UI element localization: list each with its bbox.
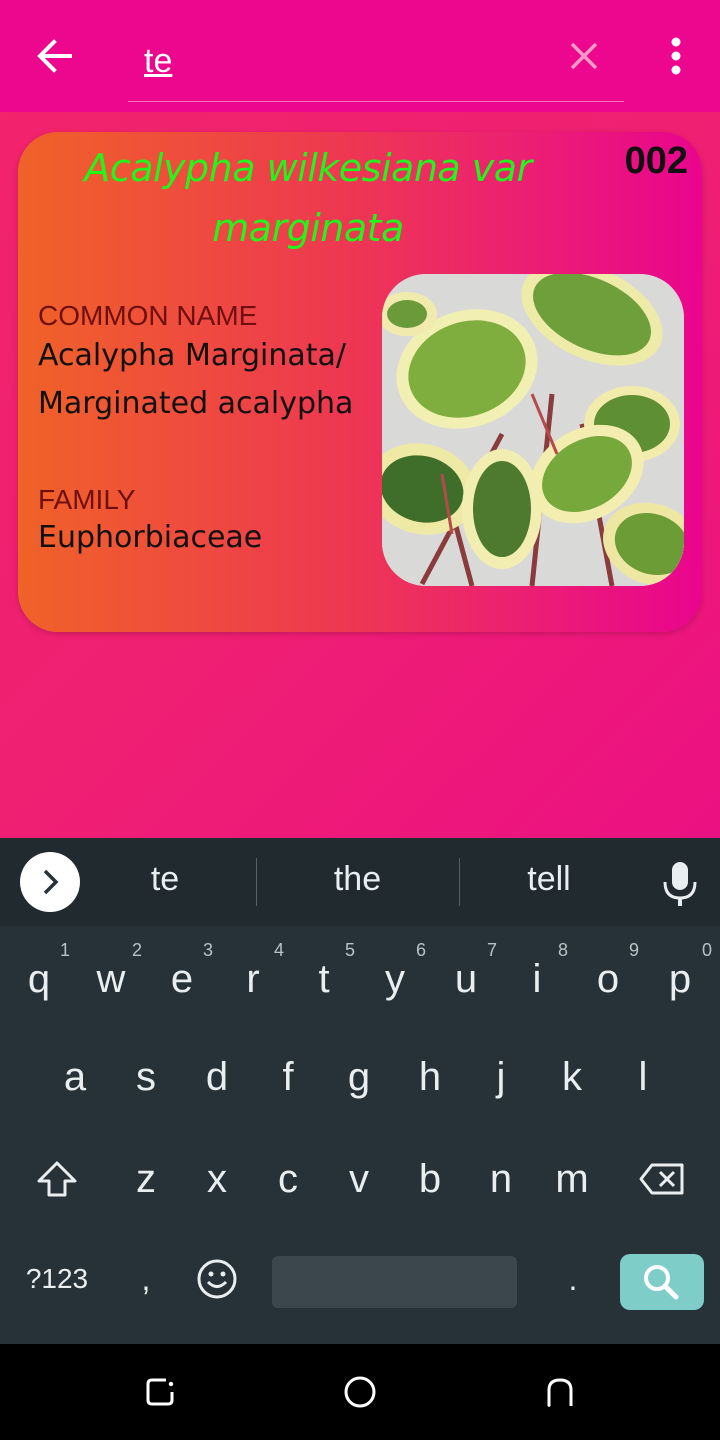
key-hint: 2 — [131, 940, 142, 960]
back-button[interactable] — [26, 32, 86, 80]
key-label: u — [454, 956, 478, 1001]
key-d[interactable]: d — [182, 1032, 252, 1122]
key-c[interactable]: c — [253, 1134, 323, 1224]
key-label: t — [318, 956, 330, 1001]
shift-icon — [37, 1161, 77, 1197]
nav-back-button[interactable] — [540, 1374, 580, 1410]
system-nav-bar — [0, 1344, 720, 1440]
suggestion-1[interactable]: te — [100, 860, 230, 906]
key-hint: 6 — [415, 940, 426, 960]
voice-input-button[interactable] — [660, 860, 700, 908]
home-button[interactable] — [340, 1374, 380, 1410]
key-w[interactable]: w2 — [76, 934, 146, 1024]
plant-photo — [382, 274, 684, 586]
key-label: y — [385, 956, 405, 1001]
key-r[interactable]: r4 — [218, 934, 288, 1024]
suggestion-2[interactable]: the — [290, 860, 425, 906]
keyboard: te the tell q1 w2 e3 r4 t5 y6 u7 i8 o9 p… — [0, 838, 720, 1344]
comma-key[interactable]: , — [118, 1234, 174, 1324]
key-p[interactable]: p0 — [644, 934, 716, 1024]
suggestion-3[interactable]: tell — [484, 860, 614, 906]
family-value: Euphorbiaceae — [38, 520, 263, 555]
space-key[interactable] — [272, 1256, 517, 1308]
key-hint: 3 — [202, 940, 213, 960]
family-label: FAMILY — [38, 484, 136, 515]
key-hint: 7 — [486, 940, 497, 960]
key-e[interactable]: e3 — [147, 934, 217, 1024]
key-h[interactable]: h — [395, 1032, 465, 1122]
key-label: r — [246, 956, 260, 1001]
key-u[interactable]: u7 — [431, 934, 501, 1024]
common-name-line1: Acalypha Marginata/ — [38, 338, 347, 373]
key-hint: 5 — [344, 940, 355, 960]
key-hint: 1 — [59, 940, 70, 960]
key-hint: 0 — [701, 940, 712, 960]
clear-search-button[interactable] — [566, 38, 602, 74]
plant-card[interactable]: Acalypha wilkesiana var marginata 002 CO… — [18, 132, 702, 632]
arrow-left-icon — [37, 39, 72, 73]
emoji-icon — [197, 1259, 237, 1299]
key-hint: 8 — [557, 940, 568, 960]
key-k[interactable]: k — [537, 1032, 607, 1122]
backspace-key[interactable] — [620, 1134, 704, 1224]
key-v[interactable]: v — [324, 1134, 394, 1224]
suggestion-bar: te the tell — [0, 838, 720, 926]
key-a[interactable]: a — [40, 1032, 110, 1122]
key-i[interactable]: i8 — [502, 934, 572, 1024]
app-bar — [0, 0, 720, 112]
search-action-key[interactable] — [620, 1254, 704, 1310]
key-g[interactable]: g — [324, 1032, 394, 1122]
key-x[interactable]: x — [182, 1134, 252, 1224]
close-icon — [570, 42, 598, 70]
key-z[interactable]: z — [111, 1134, 181, 1224]
shift-key[interactable] — [20, 1134, 94, 1224]
home-icon — [344, 1376, 376, 1408]
recents-button[interactable] — [140, 1374, 180, 1410]
search-input[interactable] — [144, 38, 544, 84]
recents-icon — [146, 1378, 174, 1406]
key-y[interactable]: y6 — [360, 934, 430, 1024]
key-label: o — [596, 956, 620, 1001]
common-name-label: COMMON NAME — [38, 300, 258, 331]
key-o[interactable]: o9 — [573, 934, 643, 1024]
key-hint: 4 — [273, 940, 284, 960]
key-label: w — [96, 956, 126, 1001]
chevron-right-icon — [43, 869, 59, 895]
key-s[interactable]: s — [111, 1032, 181, 1122]
symbols-key[interactable]: ?123 — [10, 1234, 104, 1324]
common-name-line2: Marginated acalypha — [38, 386, 354, 421]
plant-number: 002 — [624, 140, 688, 182]
back-icon — [547, 1378, 573, 1407]
key-t[interactable]: t5 — [289, 934, 359, 1024]
suggestion-divider — [256, 858, 257, 906]
suggestion-divider — [459, 858, 460, 906]
key-l[interactable]: l — [608, 1032, 678, 1122]
key-label: e — [170, 956, 194, 1001]
key-n[interactable]: n — [466, 1134, 536, 1224]
scientific-name: Acalypha wilkesiana var marginata — [84, 146, 532, 250]
microphone-icon — [663, 862, 697, 906]
search-field-container — [128, 30, 624, 102]
key-f[interactable]: f — [253, 1032, 323, 1122]
key-label: i — [532, 956, 542, 1001]
more-options-button[interactable] — [660, 34, 692, 78]
expand-toolbar-button[interactable] — [20, 852, 80, 912]
key-q[interactable]: q1 — [4, 934, 74, 1024]
key-label: p — [668, 956, 692, 1001]
backspace-icon — [639, 1163, 684, 1195]
emoji-key[interactable] — [180, 1234, 254, 1324]
key-label: q — [27, 956, 51, 1001]
search-icon — [644, 1265, 679, 1300]
key-b[interactable]: b — [395, 1134, 465, 1224]
key-hint: 9 — [628, 940, 639, 960]
key-m[interactable]: m — [537, 1134, 607, 1224]
period-key[interactable]: . — [544, 1234, 602, 1324]
more-vert-icon — [671, 37, 681, 75]
key-j[interactable]: j — [466, 1032, 536, 1122]
